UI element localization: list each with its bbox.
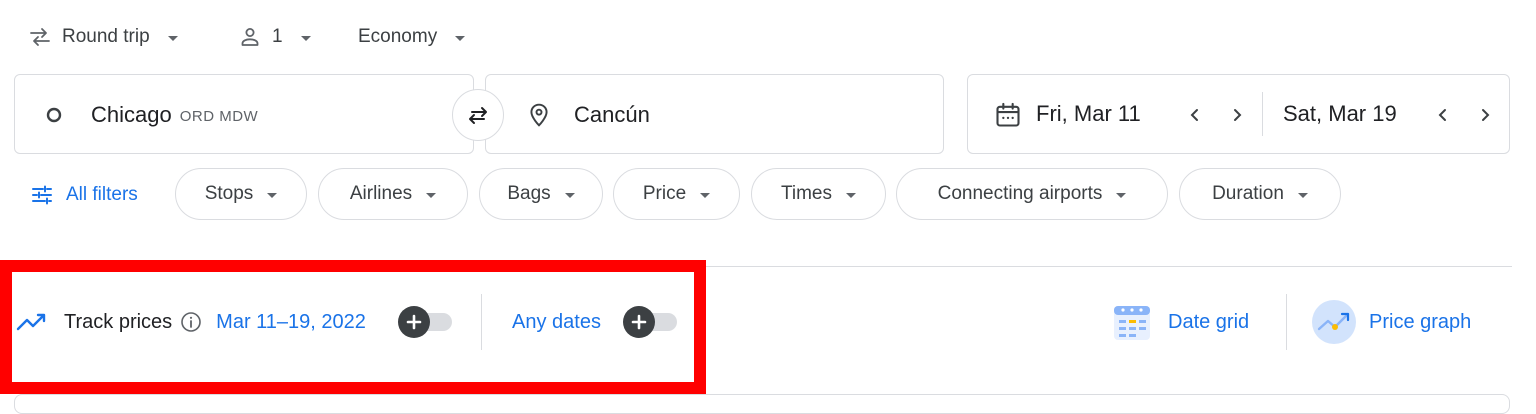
return-next-day-button[interactable] <box>1474 104 1496 126</box>
passenger-count: 1 <box>272 26 283 47</box>
date-grid-icon <box>1112 302 1152 342</box>
depart-date[interactable]: Fri, Mar 11 <box>1036 74 1141 154</box>
date-divider <box>1262 92 1263 136</box>
filter-chip-price[interactable]: Price <box>613 168 740 220</box>
track-date-range-label: Mar 11–19, 2022 <box>216 310 366 333</box>
origin-airport-codes: ORD MDW <box>179 108 259 125</box>
filter-chip-airlines[interactable]: Airlines <box>318 168 468 220</box>
any-dates-toggle[interactable] <box>623 306 677 338</box>
circle-icon <box>45 106 63 124</box>
chip-label: Connecting airports <box>937 183 1103 204</box>
track-prices-label: Track prices <box>64 310 173 333</box>
chevron-right-icon <box>1482 109 1490 121</box>
return-date-label: Sat, Mar 19 <box>1283 101 1397 126</box>
destination-city: Cancún <box>574 102 650 127</box>
info-icon[interactable] <box>180 311 202 333</box>
section-divider <box>706 266 1512 267</box>
chevron-down-icon <box>167 35 178 41</box>
depart-next-day-button[interactable] <box>1226 104 1248 126</box>
chip-label: Times <box>780 183 833 204</box>
origin-field[interactable]: Chicago ORD MDW <box>14 74 474 154</box>
chevron-down-icon <box>564 192 575 198</box>
chip-label: Bags <box>507 183 551 204</box>
chevron-down-icon <box>267 192 278 198</box>
date-grid-label: Date grid <box>1168 310 1250 333</box>
filter-chip-times[interactable]: Times <box>751 168 886 220</box>
track-dates-toggle[interactable] <box>398 306 452 338</box>
location-pin-icon <box>526 102 552 128</box>
destination-field[interactable]: Cancún <box>485 74 944 154</box>
filter-chip-duration[interactable]: Duration <box>1179 168 1341 220</box>
calendar-icon <box>994 101 1022 129</box>
person-icon <box>238 25 262 49</box>
chevron-down-icon <box>300 35 311 41</box>
track-prices-group: Track prices Mar 11–19, 2022 <box>16 305 366 339</box>
trip-type-dropdown[interactable]: Round trip <box>28 22 178 52</box>
filter-chip-stops[interactable]: Stops <box>175 168 307 220</box>
chevron-down-icon <box>846 192 857 198</box>
chevron-down-icon <box>1297 192 1308 198</box>
chip-label: Stops <box>204 183 254 204</box>
chip-label: Airlines <box>349 183 413 204</box>
swap-arrows-icon <box>465 102 491 128</box>
swap-arrows-icon <box>28 25 52 49</box>
all-filters-button[interactable]: All filters <box>30 180 138 210</box>
cabin-class-dropdown[interactable]: Economy <box>358 22 466 52</box>
return-date[interactable]: Sat, Mar 19 <box>1283 74 1397 154</box>
chip-label: Duration <box>1212 183 1284 204</box>
chevron-down-icon <box>455 35 466 41</box>
depart-prev-day-button[interactable] <box>1184 104 1206 126</box>
chip-label: Price <box>642 183 687 204</box>
filter-chip-connecting-airports[interactable]: Connecting airports <box>896 168 1168 220</box>
filter-chip-bags[interactable]: Bags <box>479 168 603 220</box>
depart-date-label: Fri, Mar 11 <box>1036 101 1141 126</box>
cabin-class-label: Economy <box>358 26 438 47</box>
date-grid-button[interactable]: Date grid <box>1112 302 1250 342</box>
tracker-divider <box>481 294 482 350</box>
trip-type-label: Round trip <box>62 26 150 47</box>
chevron-down-icon <box>700 192 711 198</box>
views-divider <box>1286 294 1287 350</box>
price-graph-button[interactable]: Price graph <box>1311 300 1472 344</box>
chevron-down-icon <box>1116 192 1127 198</box>
chevron-left-icon <box>1438 109 1446 121</box>
chevron-left-icon <box>1190 109 1198 121</box>
swap-button[interactable] <box>452 89 504 141</box>
return-prev-day-button[interactable] <box>1432 104 1454 126</box>
any-dates-group: Any dates <box>512 305 601 339</box>
price-graph-icon <box>1311 299 1357 345</box>
any-dates-label: Any dates <box>512 310 601 333</box>
passenger-dropdown[interactable]: 1 <box>238 22 311 52</box>
price-graph-label: Price graph <box>1369 310 1472 333</box>
results-card <box>14 394 1510 414</box>
trending-icon <box>16 310 48 334</box>
plus-icon <box>623 306 655 338</box>
origin-city: Chicago <box>91 102 172 127</box>
chevron-down-icon <box>426 192 437 198</box>
plus-icon <box>398 306 430 338</box>
chevron-right-icon <box>1234 109 1242 121</box>
all-filters-label: All filters <box>66 184 138 205</box>
tune-icon <box>30 183 54 207</box>
